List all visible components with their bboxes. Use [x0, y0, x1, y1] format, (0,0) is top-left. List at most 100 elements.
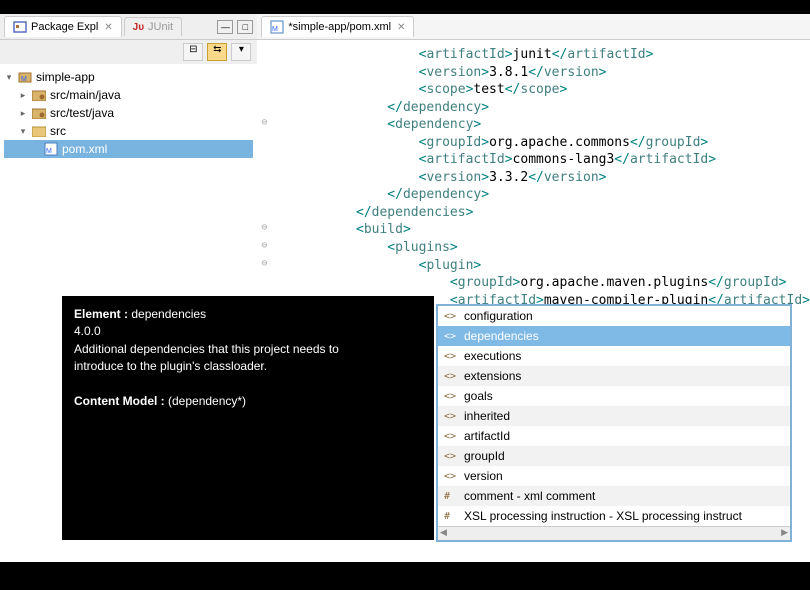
tree-label: simple-app: [36, 70, 95, 84]
autocomplete-item[interactable]: <> goals: [438, 386, 790, 406]
editor-tabbar: M *simple-app/pom.xml ✕: [257, 14, 810, 40]
view-menu-button[interactable]: ▾: [231, 43, 251, 61]
fold-icon[interactable]: ⊖: [261, 257, 267, 271]
package-folder-icon: [32, 89, 46, 101]
code-line[interactable]: ⊖ <build>: [277, 221, 810, 239]
close-icon[interactable]: ✕: [397, 22, 405, 33]
code-line[interactable]: <groupId>org.apache.commons</groupId>: [277, 134, 810, 152]
code-line[interactable]: ⊖ <plugin>: [277, 257, 810, 275]
fold-icon[interactable]: ⊖: [261, 239, 267, 253]
autocomplete-label: goals: [464, 389, 493, 403]
code-line[interactable]: </dependencies>: [277, 204, 810, 222]
junit-icon: Jᴜ: [133, 22, 144, 33]
xml-element-icon: #: [444, 511, 458, 522]
chevron-down-icon[interactable]: ▾: [18, 126, 28, 137]
autocomplete-list[interactable]: <> configuration <> dependencies <> execution…: [438, 306, 790, 526]
chevron-down-icon[interactable]: ▾: [4, 72, 14, 83]
autocomplete-label: dependencies: [464, 329, 539, 343]
horizontal-scrollbar[interactable]: ◀▶: [438, 526, 790, 540]
autocomplete-item[interactable]: <> groupId: [438, 446, 790, 466]
xml-element-icon: <>: [444, 371, 458, 382]
explorer-toolbar: ⊟ ⇆ ▾: [0, 40, 257, 64]
element-label: Element :: [74, 307, 128, 321]
tree-node-pom[interactable]: M pom.xml: [4, 140, 253, 158]
package-explorer-icon: [13, 20, 27, 34]
code-line[interactable]: <groupId>org.apache.maven.plugins</group…: [277, 274, 810, 292]
xml-file-icon: M: [44, 142, 58, 156]
tab-pom-editor[interactable]: M *simple-app/pom.xml ✕: [261, 16, 414, 37]
xml-element-icon: <>: [444, 471, 458, 482]
maximize-button[interactable]: □: [237, 20, 253, 34]
xml-file-icon: M: [270, 20, 284, 34]
autocomplete-item[interactable]: <> artifactId: [438, 426, 790, 446]
code-line[interactable]: <artifactId>commons-lang3</artifactId>: [277, 151, 810, 169]
hover-doc-panel: Element : dependencies 4.0.0 Additional …: [62, 296, 434, 540]
close-icon[interactable]: ✕: [104, 22, 112, 33]
autocomplete-item[interactable]: <> executions: [438, 346, 790, 366]
tree-node-project[interactable]: ▾ M simple-app: [4, 68, 253, 86]
autocomplete-label: configuration: [464, 309, 533, 323]
code-line[interactable]: </dependency>: [277, 99, 810, 117]
xml-element-icon: <>: [444, 391, 458, 402]
element-name: dependencies: [131, 307, 206, 321]
autocomplete-item[interactable]: <> inherited: [438, 406, 790, 426]
code-line[interactable]: <artifactId>junit</artifactId>: [277, 46, 810, 64]
svg-text:M: M: [21, 76, 27, 83]
autocomplete-label: inherited: [464, 409, 510, 423]
tab-label: Package Expl: [31, 21, 98, 33]
fold-icon[interactable]: ⊖: [261, 221, 267, 235]
autocomplete-label: comment - xml comment: [464, 489, 595, 503]
chevron-right-icon[interactable]: ▸: [18, 90, 28, 101]
autocomplete-item[interactable]: # comment - xml comment: [438, 486, 790, 506]
autocomplete-label: artifactId: [464, 429, 510, 443]
tab-label: JUnit: [148, 21, 173, 33]
content-model-label: Content Model :: [74, 394, 165, 408]
tab-label: *simple-app/pom.xml: [288, 21, 391, 33]
code-line[interactable]: ⊖ <dependency>: [277, 116, 810, 134]
left-panel-tabbar: Package Expl ✕ Jᴜ JUnit — □: [0, 14, 257, 40]
svg-text:M: M: [46, 148, 52, 155]
xml-element-icon: <>: [444, 311, 458, 322]
code-line[interactable]: ⊖ <plugins>: [277, 239, 810, 257]
tree-node-src-test[interactable]: ▸ src/test/java: [4, 104, 253, 122]
tree-label: src: [50, 124, 66, 138]
tree-label: pom.xml: [62, 142, 107, 156]
minimize-button[interactable]: —: [217, 20, 233, 34]
element-version: 4.0.0: [74, 323, 422, 340]
autocomplete-item[interactable]: <>version: [438, 466, 790, 486]
autocomplete-label: groupId: [464, 449, 505, 463]
svg-text:M: M: [272, 26, 278, 33]
autocomplete-item[interactable]: <> dependencies: [438, 326, 790, 346]
autocomplete-popup: <> configuration <> dependencies <> execution…: [436, 304, 792, 542]
autocomplete-item[interactable]: <> extensions: [438, 366, 790, 386]
tree-node-src-main[interactable]: ▸ src/main/java: [4, 86, 253, 104]
maven-project-icon: M: [18, 70, 32, 84]
content-model: (dependency*): [168, 394, 246, 408]
xml-element-icon: <>: [444, 451, 458, 462]
tree-node-src[interactable]: ▾ src: [4, 122, 253, 140]
xml-element-icon: <>: [444, 431, 458, 442]
xml-element-icon: <>: [444, 351, 458, 362]
xml-element-icon: <>: [444, 331, 458, 342]
code-line[interactable]: <version>3.8.1</version>: [277, 64, 810, 82]
collapse-all-button[interactable]: ⊟: [183, 43, 203, 61]
autocomplete-label: executions: [464, 349, 521, 363]
code-line[interactable]: </dependency>: [277, 186, 810, 204]
tab-package-explorer[interactable]: Package Expl ✕: [4, 16, 122, 37]
autocomplete-item[interactable]: <> configuration: [438, 306, 790, 326]
code-line[interactable]: <version>3.3.2</version>: [277, 169, 810, 187]
autocomplete-label: extensions: [464, 369, 521, 383]
package-folder-icon: [32, 107, 46, 119]
xml-element-icon: <>: [444, 411, 458, 422]
autocomplete-item[interactable]: # XSL processing instruction - XSL proces…: [438, 506, 790, 526]
link-editor-button[interactable]: ⇆: [207, 43, 227, 61]
autocomplete-label: XSL processing instruction - XSL process…: [464, 509, 742, 523]
folder-icon: [32, 125, 46, 137]
xml-element-icon: #: [444, 491, 458, 502]
chevron-right-icon[interactable]: ▸: [18, 108, 28, 119]
tree-label: src/test/java: [50, 106, 114, 120]
tree-label: src/main/java: [50, 88, 121, 102]
tab-junit[interactable]: Jᴜ JUnit: [124, 17, 182, 36]
code-line[interactable]: <scope>test</scope>: [277, 81, 810, 99]
fold-icon[interactable]: ⊖: [261, 116, 267, 130]
